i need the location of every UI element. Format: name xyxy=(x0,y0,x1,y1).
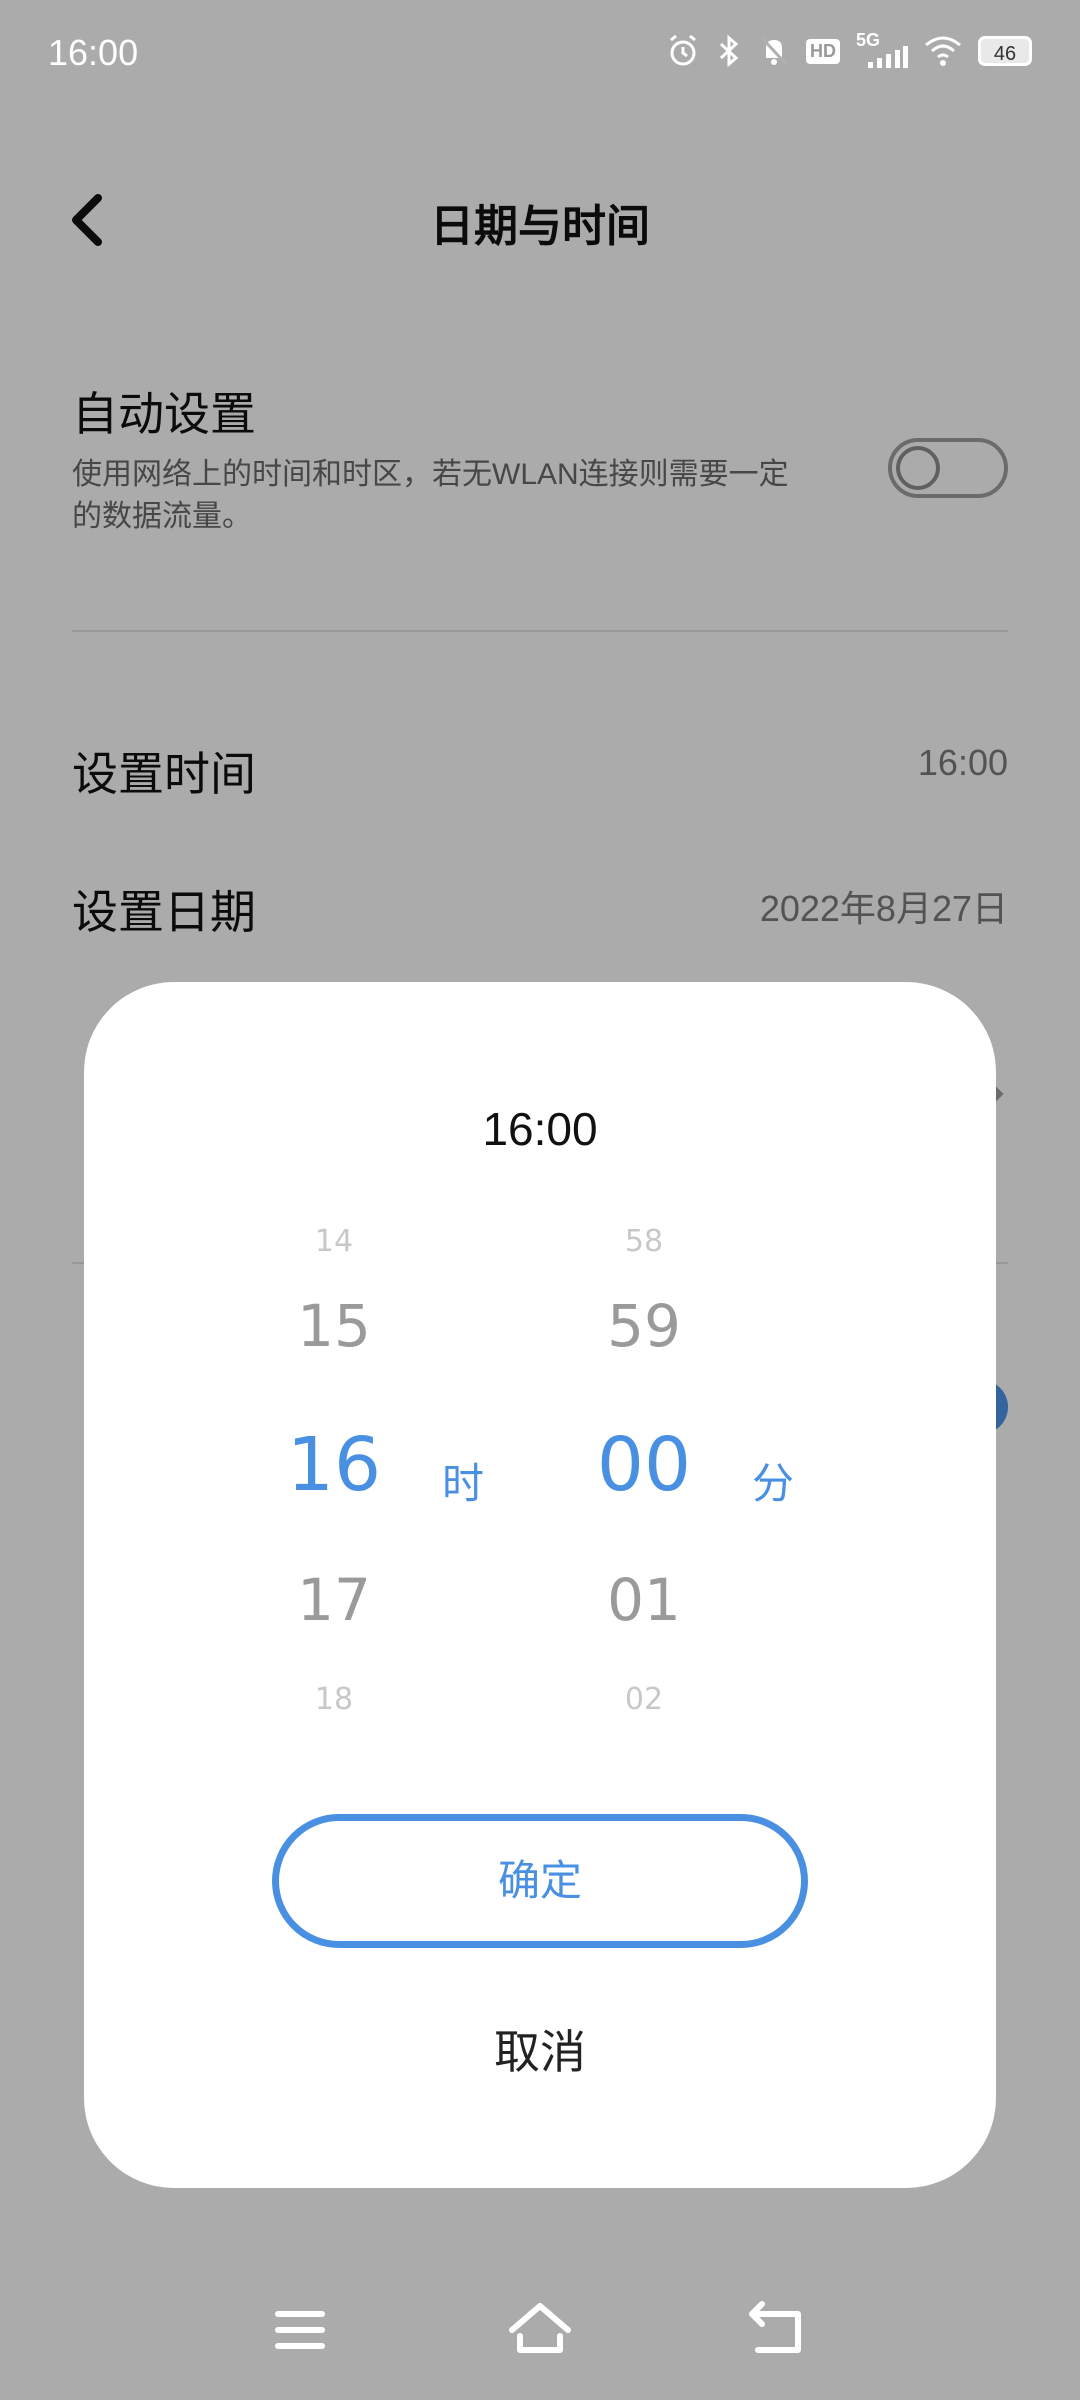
alarm-icon xyxy=(670,34,696,66)
minute-item[interactable]: 59 xyxy=(544,1292,744,1360)
home-icon xyxy=(509,2303,571,2353)
status-bar: 16:00 HD 5G 46 xyxy=(0,0,1080,110)
minute-item[interactable]: 02 xyxy=(544,1682,744,1717)
bluetooth-icon xyxy=(719,34,739,68)
minute-wheel[interactable]: 58 59 00 01 02 分 xyxy=(544,1212,844,1742)
dialog-current-time: 16:00 xyxy=(482,1103,598,1155)
hour-wheel[interactable]: 14 15 16 17 18 时 xyxy=(234,1212,534,1742)
minute-item-selected[interactable]: 00 xyxy=(544,1422,744,1508)
menu-button[interactable] xyxy=(260,2290,340,2370)
minute-unit: 分 xyxy=(752,1460,795,1507)
home-button[interactable] xyxy=(500,2290,580,2370)
signal-icon: 5G xyxy=(856,30,908,68)
menu-icon xyxy=(275,2311,325,2349)
hour-item[interactable]: 15 xyxy=(234,1292,434,1360)
wifi-icon xyxy=(925,36,961,66)
back-icon xyxy=(749,2301,801,2353)
hour-item-selected[interactable]: 16 xyxy=(234,1422,434,1508)
confirm-button[interactable]: 确定 xyxy=(272,1814,808,1948)
minute-item[interactable]: 58 xyxy=(544,1224,744,1259)
mute-icon xyxy=(760,36,788,66)
status-icons: HD 5G 46 xyxy=(666,30,1032,68)
minute-item[interactable]: 01 xyxy=(544,1566,744,1634)
time-picker-dialog: 16:00 14 15 16 17 18 时 58 59 00 01 02 分 … xyxy=(84,982,996,2188)
battery-level: 46 xyxy=(993,43,1017,65)
hour-unit: 时 xyxy=(442,1460,485,1507)
settings-screen: 日期与时间 自动设置 使用网络上的时间和时区，若无WLAN连接则需要一定的数据流… xyxy=(0,0,1080,2400)
battery-icon: 46 xyxy=(978,36,1032,66)
status-time: 16:00 xyxy=(48,32,139,73)
cancel-button[interactable]: 取消 xyxy=(440,2012,640,2092)
back-nav-button[interactable] xyxy=(740,2290,820,2370)
hour-item[interactable]: 17 xyxy=(234,1566,434,1634)
navigation-bar xyxy=(0,2290,1080,2380)
hour-item[interactable]: 18 xyxy=(234,1682,434,1717)
hd-icon: HD xyxy=(806,38,840,64)
hour-item[interactable]: 14 xyxy=(234,1224,434,1259)
